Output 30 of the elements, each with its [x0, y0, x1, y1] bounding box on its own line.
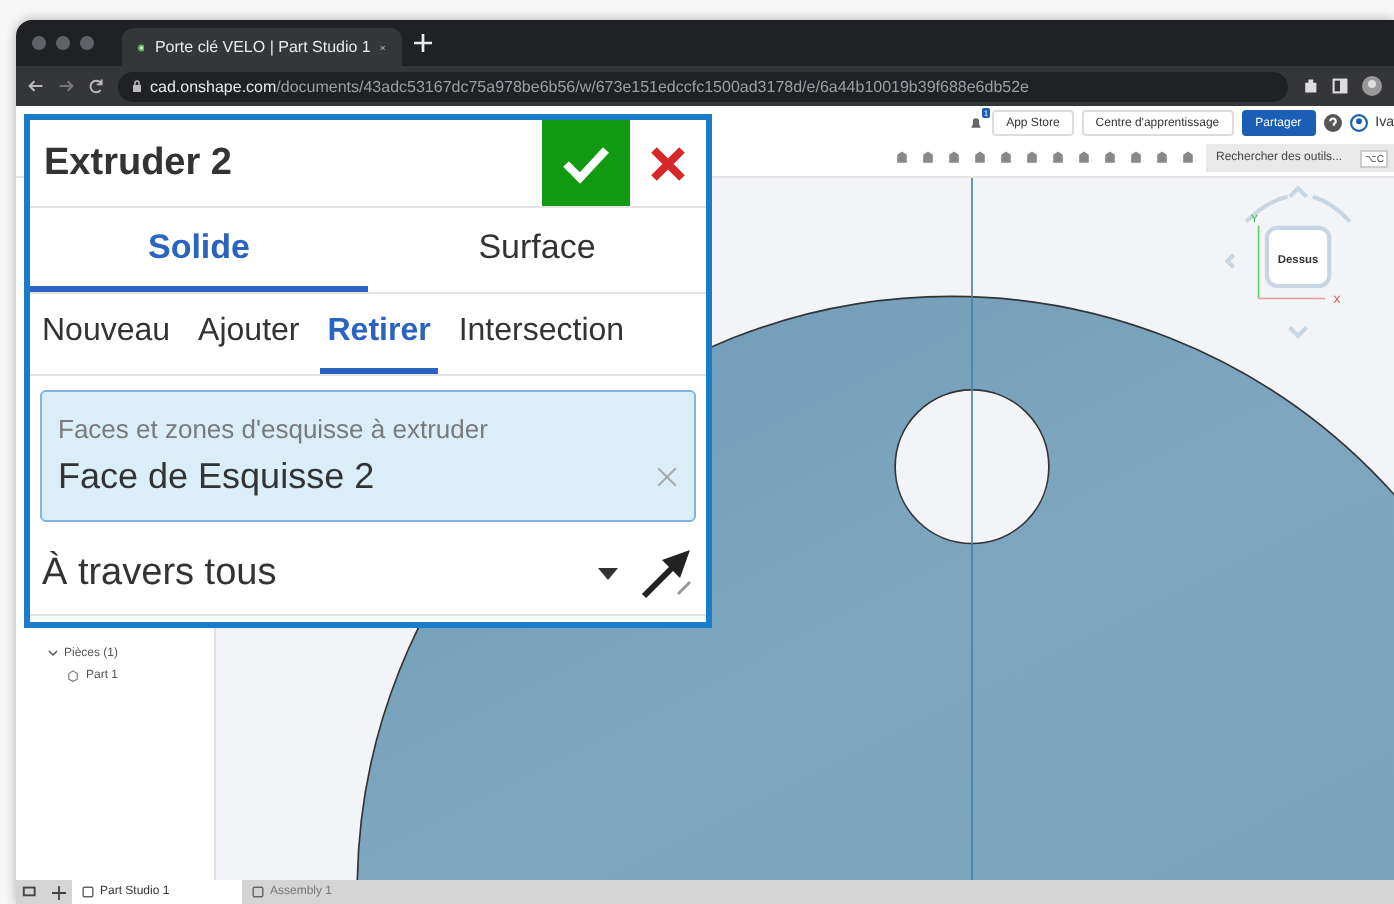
back-icon[interactable] [28, 78, 44, 94]
dialog-title: Extruder 2 [42, 139, 234, 187]
direction-arrow-icon[interactable] [638, 546, 694, 602]
favicon-icon [138, 39, 145, 55]
user-icon [1349, 114, 1368, 132]
close-icon [650, 145, 686, 181]
forward-icon[interactable] [58, 78, 74, 94]
avatar-icon[interactable] [1362, 76, 1382, 96]
minimize-dot [56, 36, 70, 50]
document-icon [252, 886, 264, 898]
browser-tab[interactable]: Porte clé VELO | Part Studio 1 [122, 28, 402, 66]
chevron-down-icon[interactable] [48, 648, 58, 658]
help-icon[interactable] [1323, 114, 1342, 132]
confirm-button[interactable] [542, 120, 630, 206]
document-icon [82, 886, 94, 898]
maximize-dot [80, 36, 94, 50]
tab-manager-icon[interactable] [22, 885, 38, 899]
reload-icon[interactable] [88, 78, 104, 94]
extensions-icon[interactable] [1302, 78, 1318, 94]
address-field[interactable]: cad.onshape.com/documents/43adc53167dc75a978be6b56/w/673e151edccfc1500ad3178d/e/6a44b10019b39f688e6db52e [118, 71, 1288, 101]
add-icon[interactable] [51, 885, 65, 899]
sidebar-icon[interactable] [1332, 78, 1348, 94]
new-tab-icon[interactable] [414, 34, 432, 52]
part-icon [66, 668, 80, 682]
clear-icon[interactable] [656, 466, 678, 488]
lock-icon [132, 80, 142, 92]
selection-field[interactable]: Faces et zones d'esquisse à extruder Face de Esquisse 2 [40, 390, 696, 522]
close-dot [32, 36, 46, 50]
caret-icon [598, 568, 618, 580]
checkmark-icon [562, 143, 610, 183]
